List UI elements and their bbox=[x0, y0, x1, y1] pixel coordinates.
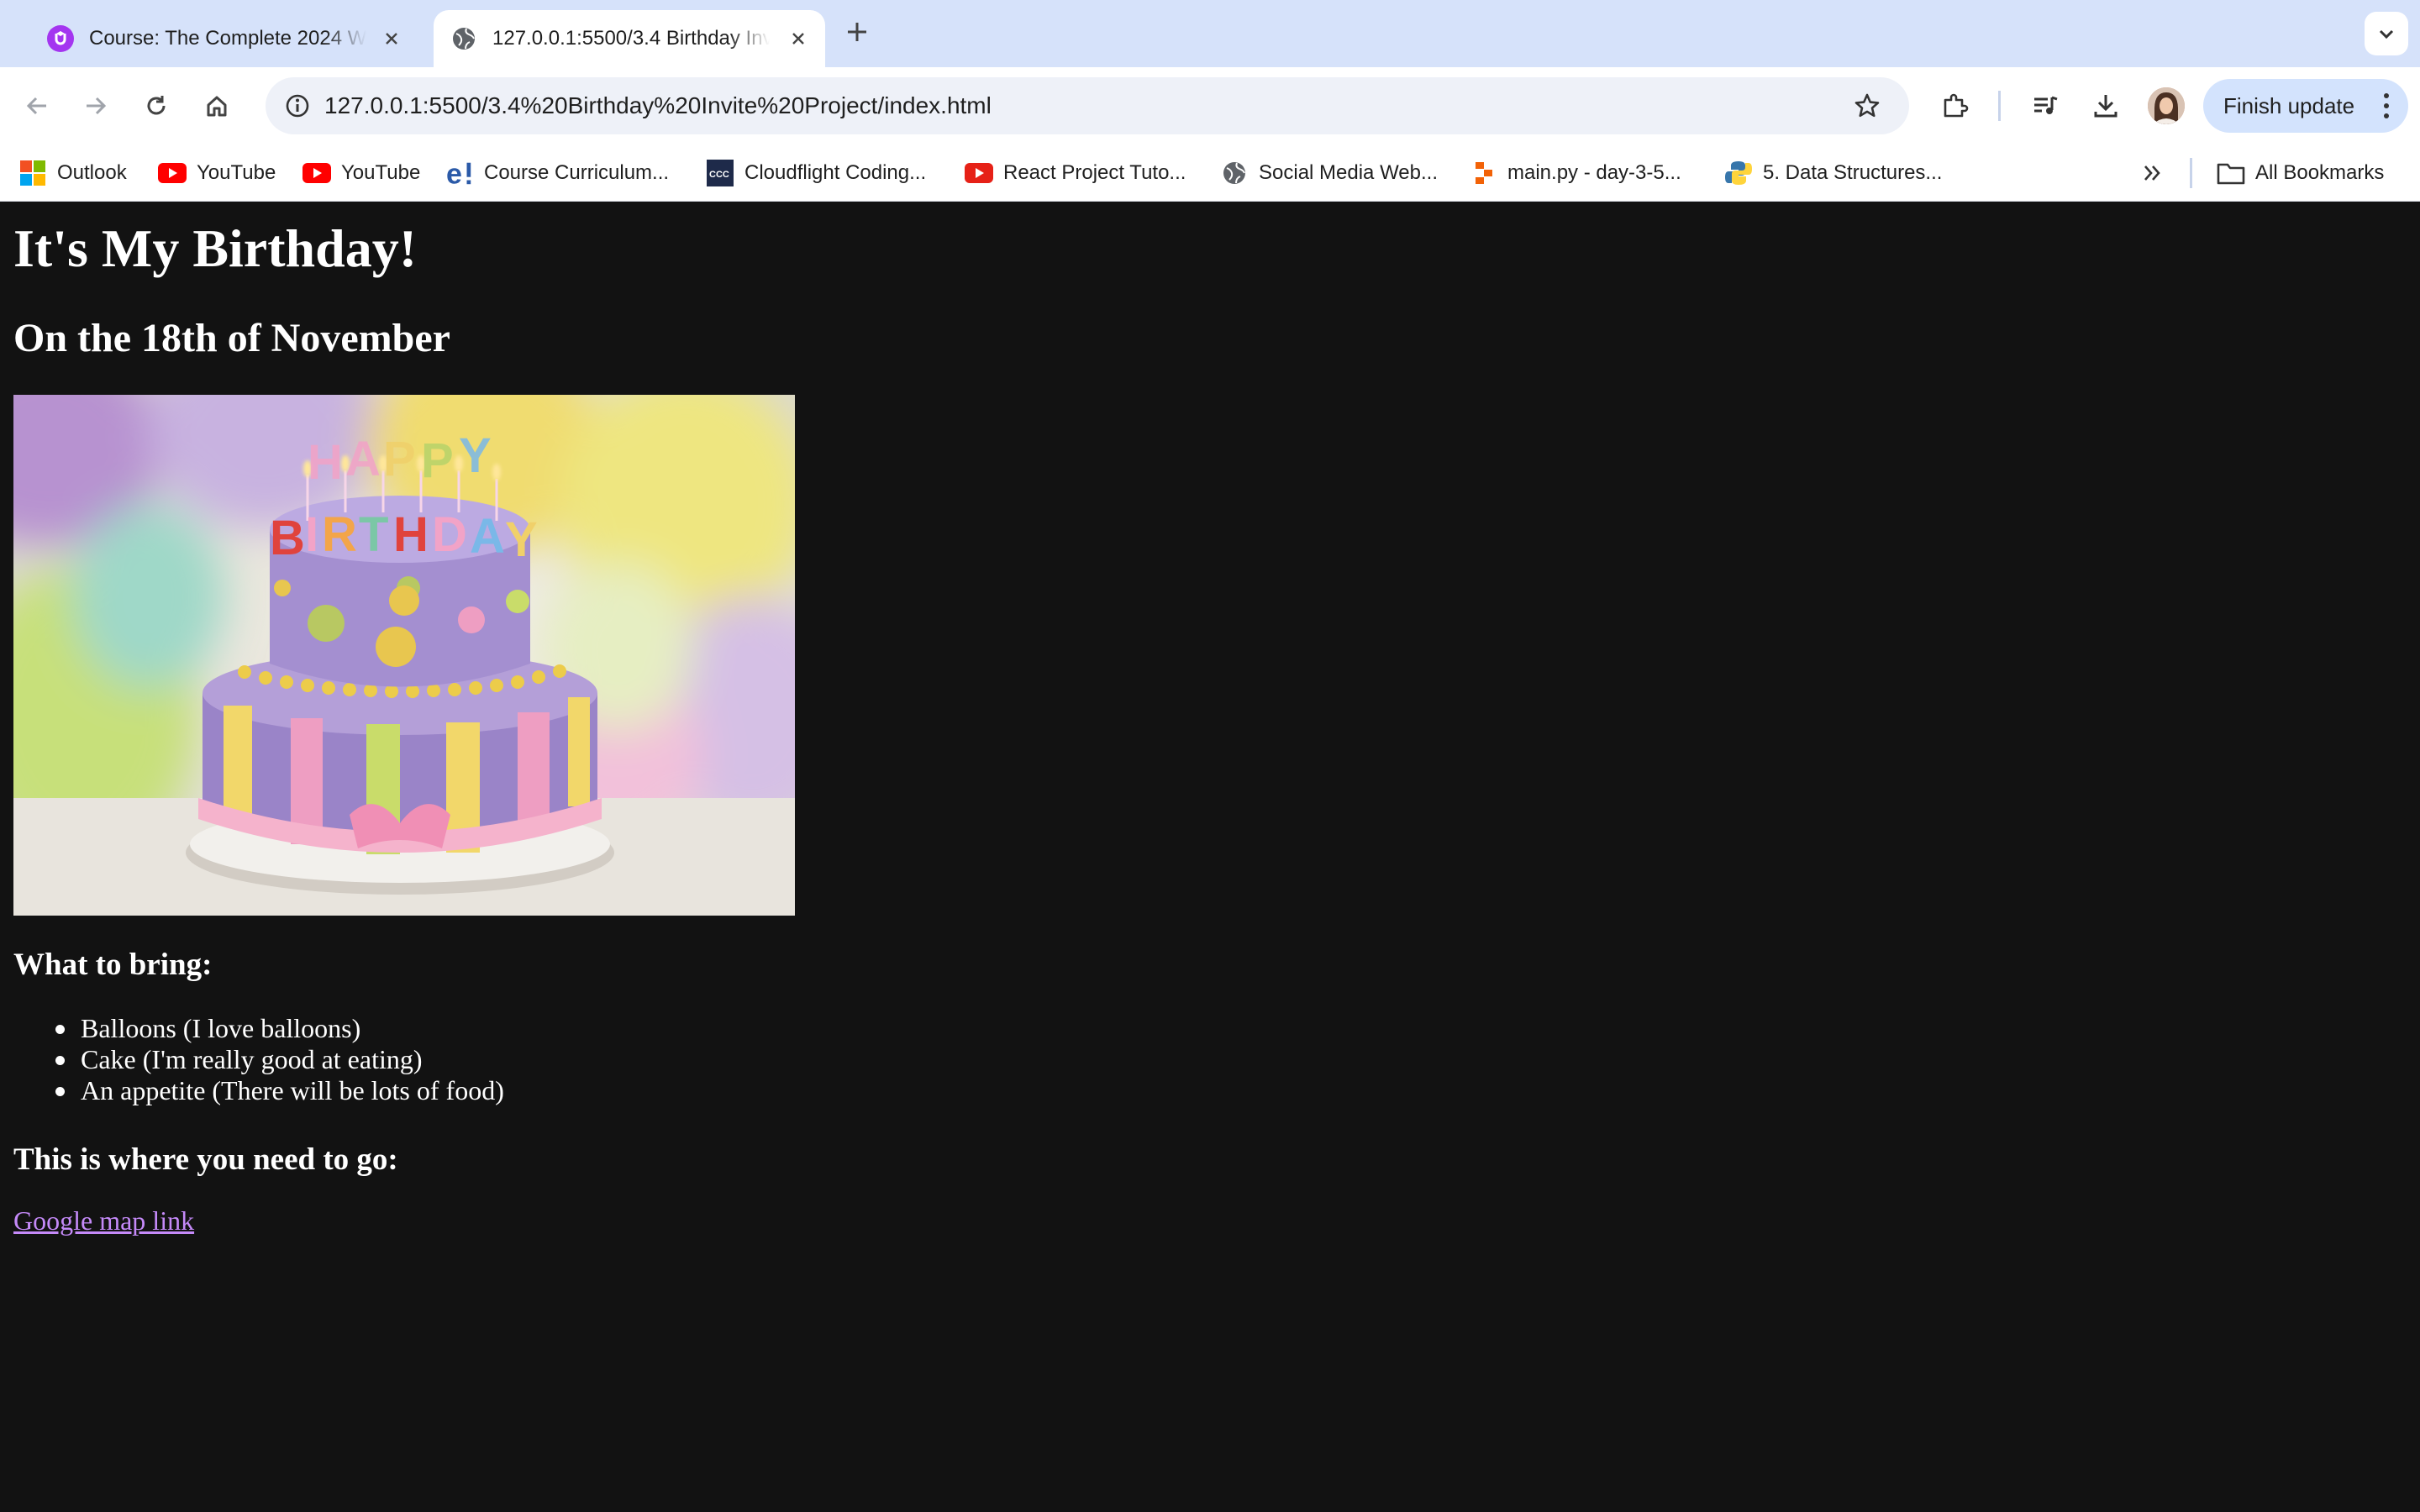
tab-birthday-invite[interactable]: 127.0.0.1:5500/3.4 Birthday Invite Proje… bbox=[434, 10, 825, 67]
finish-update-button[interactable]: Finish update bbox=[2203, 79, 2408, 133]
bookmark-star-icon[interactable] bbox=[1847, 86, 1887, 126]
bookmark-label: Course Curriculum... bbox=[484, 161, 670, 184]
folder-icon bbox=[2217, 159, 2245, 187]
globe-icon bbox=[1220, 159, 1249, 187]
svg-text:D: D bbox=[432, 507, 467, 562]
svg-text:T: T bbox=[359, 507, 388, 562]
bookmark-label: Cloudflight Coding... bbox=[744, 161, 927, 184]
bookmark-label: React Project Tuto... bbox=[1003, 161, 1186, 184]
e-icon: e bbox=[445, 158, 474, 188]
extensions-icon[interactable] bbox=[1934, 86, 1975, 126]
svg-text:P: P bbox=[383, 432, 416, 486]
svg-text:A: A bbox=[470, 509, 505, 564]
page-content: It's My Birthday! On the 18th of Novembe… bbox=[0, 202, 2420, 1512]
toolbar-divider bbox=[1998, 91, 2001, 121]
new-tab-icon[interactable] bbox=[844, 18, 871, 45]
svg-text:Y: Y bbox=[505, 512, 538, 567]
ccc-icon: CCC bbox=[706, 159, 734, 187]
bookmark-youtube-1[interactable]: YouTube bbox=[158, 158, 276, 188]
media-controls-icon[interactable] bbox=[2025, 86, 2065, 126]
bring-list: Balloons (I love balloons) Cake (I'm rea… bbox=[55, 1013, 504, 1106]
udemy-icon bbox=[47, 25, 74, 52]
where-heading: This is where you need to go: bbox=[13, 1142, 398, 1177]
bring-heading: What to bring: bbox=[13, 948, 213, 982]
microsoft-icon bbox=[18, 159, 47, 187]
profile-avatar[interactable] bbox=[2148, 87, 2185, 124]
youtube-icon bbox=[158, 159, 187, 187]
bookmarks-bar: Outlook YouTube YouTube e Course Curricu… bbox=[0, 144, 2420, 202]
all-bookmarks-label: All Bookmarks bbox=[2255, 161, 2385, 184]
page-title: It's My Birthday! bbox=[13, 218, 417, 278]
svg-text:P: P bbox=[421, 433, 454, 488]
replit-icon bbox=[1469, 159, 1497, 187]
close-tab-icon[interactable] bbox=[785, 25, 812, 52]
svg-text:CCC: CCC bbox=[709, 170, 729, 180]
youtube-icon bbox=[302, 159, 331, 187]
tab-search-button[interactable] bbox=[2365, 12, 2408, 55]
bookmark-cloudflight[interactable]: CCC Cloudflight Coding... bbox=[706, 158, 926, 188]
all-bookmarks-button[interactable]: All Bookmarks bbox=[2217, 158, 2384, 188]
svg-text:B: B bbox=[270, 511, 305, 565]
address-bar[interactable]: 127.0.0.1:5500/3.4%20Birthday%20Invite%2… bbox=[266, 77, 1909, 134]
list-item: Cake (I'm really good at eating) bbox=[55, 1044, 504, 1075]
bookmark-course-curriculum[interactable]: e Course Curriculum... bbox=[445, 158, 669, 188]
bookmark-label: 5. Data Structures... bbox=[1763, 161, 1943, 184]
finish-update-label: Finish update bbox=[2223, 92, 2355, 118]
reload-icon[interactable] bbox=[136, 86, 176, 126]
bookmark-label: Outlook bbox=[57, 161, 127, 184]
bookmark-label: main.py - day-3-5... bbox=[1507, 161, 1681, 184]
back-arrow-icon[interactable] bbox=[17, 86, 57, 126]
bookmark-main-py[interactable]: main.py - day-3-5... bbox=[1469, 158, 1681, 188]
bookmark-label: YouTube bbox=[341, 161, 421, 184]
download-icon[interactable] bbox=[2086, 86, 2126, 126]
page-subtitle: On the 18th of November bbox=[13, 316, 450, 360]
bookmark-data-structures[interactable]: 5. Data Structures... bbox=[1724, 158, 1942, 188]
chevron-down-icon bbox=[2379, 29, 2394, 39]
svg-text:e: e bbox=[446, 158, 462, 188]
globe-icon bbox=[450, 25, 477, 52]
svg-text:R: R bbox=[322, 507, 357, 562]
forward-arrow-icon[interactable] bbox=[76, 86, 116, 126]
bookmarks-divider bbox=[2190, 158, 2192, 188]
bookmark-social-media[interactable]: Social Media Web... bbox=[1220, 158, 1438, 188]
bookmarks-overflow-icon[interactable] bbox=[2136, 156, 2170, 190]
list-item: Balloons (I love balloons) bbox=[55, 1013, 504, 1044]
python-icon bbox=[1724, 159, 1753, 187]
home-icon[interactable] bbox=[197, 86, 237, 126]
url-text: 127.0.0.1:5500/3.4%20Birthday%20Invite%2… bbox=[324, 92, 992, 118]
bookmark-label: YouTube bbox=[197, 161, 276, 184]
bookmark-youtube-2[interactable]: YouTube bbox=[302, 158, 420, 188]
tab-title: Course: The Complete 2024 Web Developmen… bbox=[89, 27, 366, 50]
svg-text:A: A bbox=[345, 432, 381, 486]
bookmark-outlook[interactable]: Outlook bbox=[18, 158, 127, 188]
bookmark-react-project[interactable]: React Project Tuto... bbox=[965, 158, 1186, 188]
tab-title: 127.0.0.1:5500/3.4 Birthday Invite Proje… bbox=[492, 27, 770, 50]
site-info-icon[interactable] bbox=[277, 86, 318, 126]
svg-text:I: I bbox=[305, 507, 318, 562]
svg-text:H: H bbox=[308, 435, 343, 490]
list-item: An appetite (There will be lots of food) bbox=[55, 1075, 504, 1105]
google-map-link[interactable]: Google map link bbox=[13, 1205, 194, 1236]
more-vert-icon bbox=[2384, 93, 2389, 118]
svg-text:H: H bbox=[393, 507, 429, 562]
tab-course[interactable]: Course: The Complete 2024 Web Developmen… bbox=[30, 10, 418, 67]
youtube-icon bbox=[965, 159, 993, 187]
bookmark-label: Social Media Web... bbox=[1259, 161, 1438, 184]
close-tab-icon[interactable] bbox=[378, 25, 405, 52]
browser-toolbar: 127.0.0.1:5500/3.4%20Birthday%20Invite%2… bbox=[0, 67, 2420, 144]
birthday-cake-image: H A P P Y B I R T H D A Y bbox=[13, 395, 795, 916]
tab-strip: Course: The Complete 2024 Web Developmen… bbox=[0, 0, 2420, 67]
svg-text:Y: Y bbox=[459, 428, 492, 483]
